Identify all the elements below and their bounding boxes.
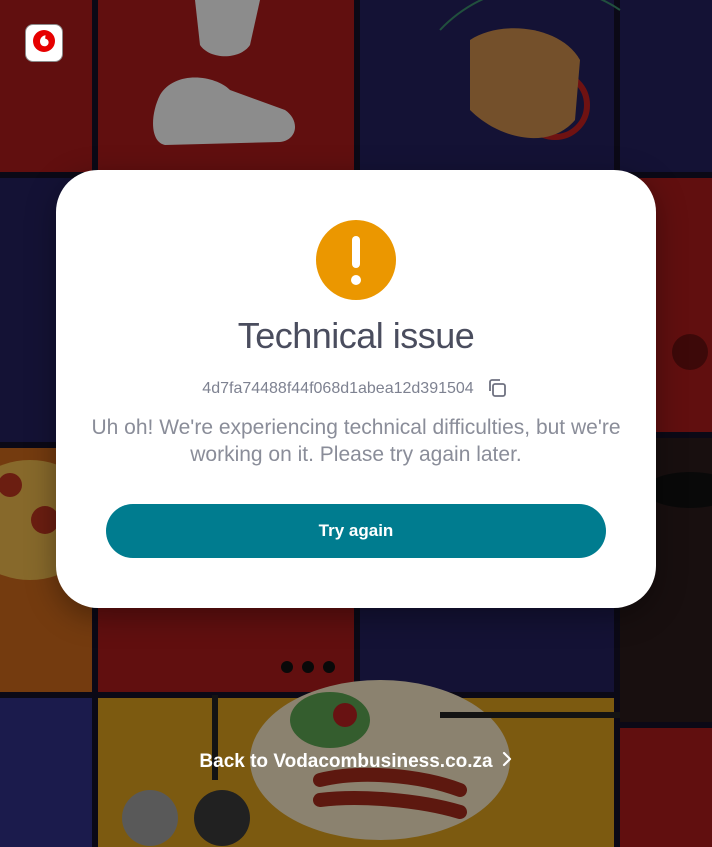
copy-icon xyxy=(485,376,509,403)
error-id: 4d7fa74488f44f068d1abea12d391504 xyxy=(202,380,474,397)
back-to-site-link[interactable]: Back to Vodacombusiness.co.za xyxy=(0,750,712,774)
exclamation-icon xyxy=(316,220,396,300)
chevron-right-icon xyxy=(501,750,513,774)
vodafone-speechmark-icon xyxy=(32,29,56,58)
error-card: Technical issue 4d7fa74488f44f068d1abea1… xyxy=(56,170,656,608)
error-id-row: 4d7fa74488f44f068d1abea12d391504 xyxy=(56,376,656,402)
error-message: Uh oh! We're experiencing technical diff… xyxy=(91,416,621,466)
back-link-label: Back to Vodacombusiness.co.za xyxy=(199,751,493,772)
vodafone-logo[interactable] xyxy=(25,24,63,62)
page-title: Technical issue xyxy=(237,315,475,356)
copy-button[interactable] xyxy=(484,376,510,402)
try-again-button[interactable]: Try again xyxy=(106,504,606,558)
